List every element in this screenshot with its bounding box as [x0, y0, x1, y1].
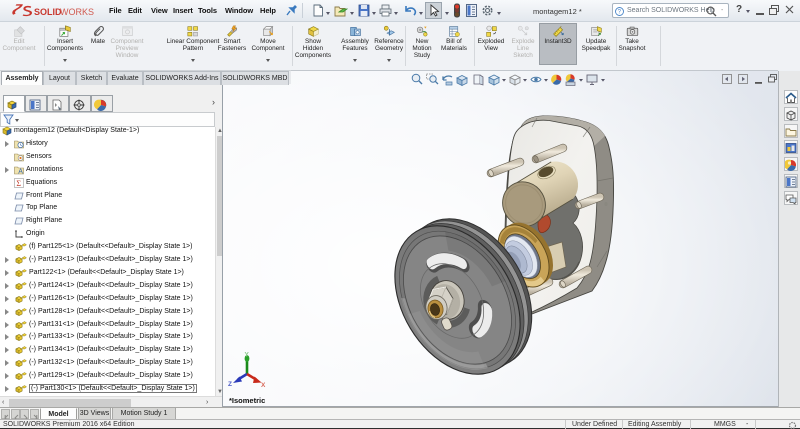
svg-text:SOLID: SOLID	[34, 7, 62, 17]
svg-text:A: A	[18, 168, 23, 174]
svg-text:WORKS: WORKS	[60, 7, 94, 17]
svg-text:Σ: Σ	[16, 179, 21, 188]
svg-text:Y: Y	[245, 352, 250, 359]
svg-text:Z: Z	[228, 381, 232, 388]
svg-text:X: X	[261, 382, 266, 389]
